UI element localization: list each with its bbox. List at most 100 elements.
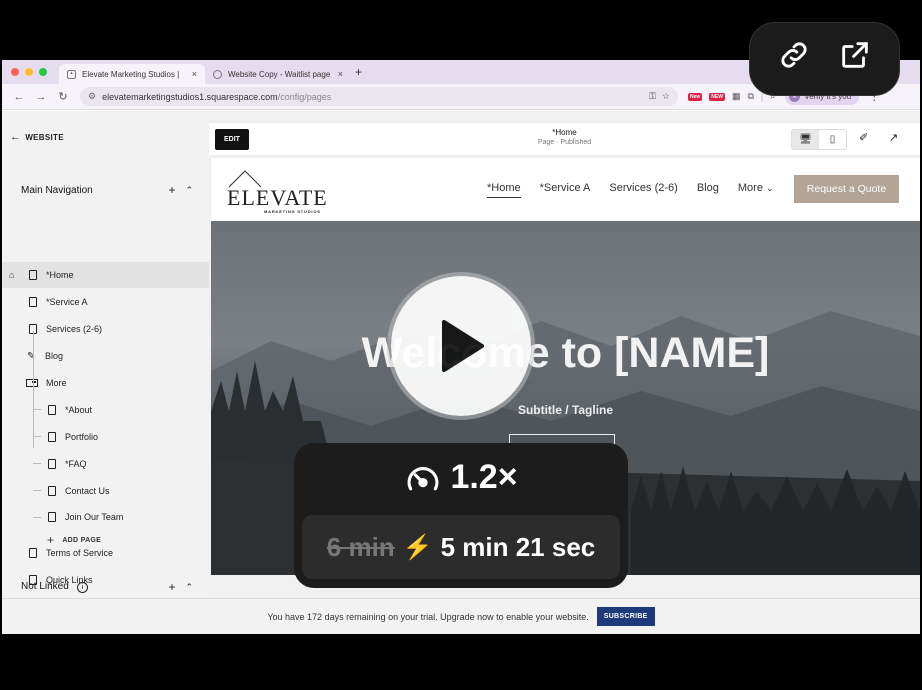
site-nav-blog[interactable]: Blog xyxy=(697,182,719,198)
page-icon xyxy=(29,575,37,585)
key-icon[interactable]: ⚿ xyxy=(649,91,656,102)
chevron-up-icon[interactable]: ⌃ xyxy=(185,185,193,196)
speed-row: 1.2× xyxy=(294,458,628,497)
desktop-icon[interactable]: 🖥 xyxy=(792,130,819,149)
maximize-window-button[interactable] xyxy=(39,68,47,76)
play-icon xyxy=(442,320,484,372)
sidebar-item-faq[interactable]: *FAQ xyxy=(2,451,209,477)
sidebar-item-label: *About xyxy=(65,405,93,415)
folder-icon xyxy=(26,379,38,387)
add-icon[interactable]: + xyxy=(168,183,175,197)
sidebar-item-home[interactable]: ⌂ *Home xyxy=(2,262,209,288)
site-nav-home[interactable]: *Home xyxy=(487,182,521,198)
page-icon xyxy=(29,270,37,280)
back-label: WEBSITE xyxy=(25,132,64,142)
sidebar-item-contact[interactable]: Contact Us xyxy=(2,478,209,504)
star-icon[interactable]: ☆ xyxy=(662,91,670,102)
grid-icon[interactable]: ▦ xyxy=(732,91,741,102)
page-icon xyxy=(29,297,37,307)
extension-new-badge[interactable]: New xyxy=(688,92,703,101)
forward-arrow-icon[interactable]: → xyxy=(30,91,52,103)
home-icon: ⌂ xyxy=(9,270,15,280)
site-nav: *Home *Service A Services (2-6) Blog Mor… xyxy=(487,182,774,198)
link-icon[interactable] xyxy=(777,38,811,80)
brush-icon[interactable]: ✐ xyxy=(859,131,868,144)
device-toggle: 🖥 ▯ xyxy=(791,129,847,150)
sidebar-item-join[interactable]: Join Our Team xyxy=(2,504,209,530)
share-controls xyxy=(749,22,900,96)
hero-title: Welcome to [NAME] xyxy=(361,329,770,377)
sidebar-item-label: Quick Links xyxy=(46,575,93,585)
page-icon xyxy=(48,405,56,415)
close-tab-icon[interactable]: × xyxy=(192,69,197,79)
page-icon xyxy=(48,459,56,469)
logo-tagline: MARKETING STUDIOS xyxy=(264,209,321,214)
tab-website-copy[interactable]: Website Copy - Waitlist page × xyxy=(205,64,351,84)
sidebar-item-label: Terms of Service xyxy=(46,548,114,558)
external-link-icon[interactable] xyxy=(838,38,872,80)
window-controls xyxy=(11,68,47,76)
back-arrow-icon[interactable]: ← xyxy=(8,91,30,103)
url-text: elevatemarketingstudios1.squarespace.com… xyxy=(102,92,643,102)
play-button[interactable] xyxy=(391,276,531,416)
pages-sidebar: ← WEBSITE Main Navigation + ⌃ ⌂ *Home *S… xyxy=(2,111,209,598)
tab-label: Website Copy - Waitlist page xyxy=(228,69,331,79)
new-tab-button[interactable]: + xyxy=(355,65,362,79)
sidebar-item-label: Blog xyxy=(45,351,64,361)
time-saved: 6 min ⚡ 5 min 21 sec xyxy=(302,515,620,579)
page-icon xyxy=(48,432,56,442)
reload-icon[interactable]: ↻ xyxy=(52,90,74,103)
squarespace-icon: ▪ xyxy=(67,69,76,79)
blog-pen-icon: ✎ xyxy=(27,350,36,362)
tab-elevate[interactable]: ▪ Elevate Marketing Studios | × xyxy=(59,64,205,84)
globe-icon xyxy=(213,69,222,79)
trial-message: You have 172 days remaining on your tria… xyxy=(267,611,589,622)
site-nav-more-wrap[interactable]: More ⌄ xyxy=(738,182,774,198)
site-nav-services[interactable]: Services (2-6) xyxy=(609,182,677,198)
not-linked-list: Terms of Service Quick Links xyxy=(2,540,209,594)
back-to-website-button[interactable]: ← WEBSITE xyxy=(10,131,64,143)
site-info-icon[interactable]: ⚙ xyxy=(88,91,96,102)
sidebar-item-about[interactable]: *About xyxy=(2,397,209,423)
site-nav-more: More xyxy=(737,182,763,194)
tab-label: Elevate Marketing Studios | xyxy=(82,69,180,79)
main-navigation-header: Main Navigation + ⌃ xyxy=(21,183,193,197)
editor-toolbar: EDIT *Home Page · Published 🖥 ▯ ✐ ↗ xyxy=(209,123,920,155)
sidebar-item-label: Portfolio xyxy=(65,432,99,442)
speed-card: 1.2× 6 min ⚡ 5 min 21 sec xyxy=(294,443,628,588)
sidebar-item-label: Services (2-6) xyxy=(46,324,103,334)
minimize-window-button[interactable] xyxy=(25,68,33,76)
close-window-button[interactable] xyxy=(11,68,19,76)
expand-arrow-icon[interactable]: ↗ xyxy=(889,131,898,144)
page-icon xyxy=(48,512,56,522)
url-field[interactable]: ⚙ elevatemarketingstudios1.squarespace.c… xyxy=(80,87,678,106)
sidebar-item-terms[interactable]: Terms of Service xyxy=(2,540,209,566)
page-icon xyxy=(48,486,56,496)
sidebar-item-label: *Service A xyxy=(46,297,88,307)
extension-new-badge-2[interactable]: NEW xyxy=(709,92,725,101)
chevron-down-icon: ⌄ xyxy=(766,183,774,193)
sidebar-item-label: *FAQ xyxy=(65,459,87,469)
sidebar-item-label: *Home xyxy=(46,270,74,280)
request-quote-button[interactable]: Request a Quote xyxy=(794,175,899,203)
original-duration: 6 min xyxy=(326,531,395,562)
video-frame: ▪ Elevate Marketing Studios | × Website … xyxy=(0,0,922,690)
sidebar-item-label: Join Our Team xyxy=(65,512,124,522)
site-logo[interactable]: ELEVATE MARKETING STUDIOS xyxy=(227,169,327,215)
sidebar-item-quick-links[interactable]: Quick Links xyxy=(2,567,209,593)
sidebar-item-portfolio[interactable]: Portfolio xyxy=(2,424,209,450)
subscribe-button[interactable]: SUBSCRIBE xyxy=(596,607,655,626)
new-duration: 5 min 21 sec xyxy=(440,531,596,562)
speedometer-icon xyxy=(408,466,439,490)
url-path: /config/pages xyxy=(277,91,332,102)
trial-banner: You have 172 days remaining on your tria… xyxy=(2,598,920,634)
lightning-icon: ⚡ xyxy=(402,533,433,561)
url-host: elevatemarketingstudios1.squarespace.com xyxy=(102,91,278,102)
site-nav-service-a[interactable]: *Service A xyxy=(540,182,591,198)
sidebar-item-label: Contact Us xyxy=(65,486,110,496)
sidebar-item-service-a[interactable]: *Service A xyxy=(2,289,209,315)
sidebar-item-label: More xyxy=(46,378,67,388)
close-tab-icon[interactable]: × xyxy=(338,69,343,79)
mobile-icon[interactable]: ▯ xyxy=(819,130,846,149)
puzzle-icon[interactable]: ⧉ xyxy=(747,91,753,102)
